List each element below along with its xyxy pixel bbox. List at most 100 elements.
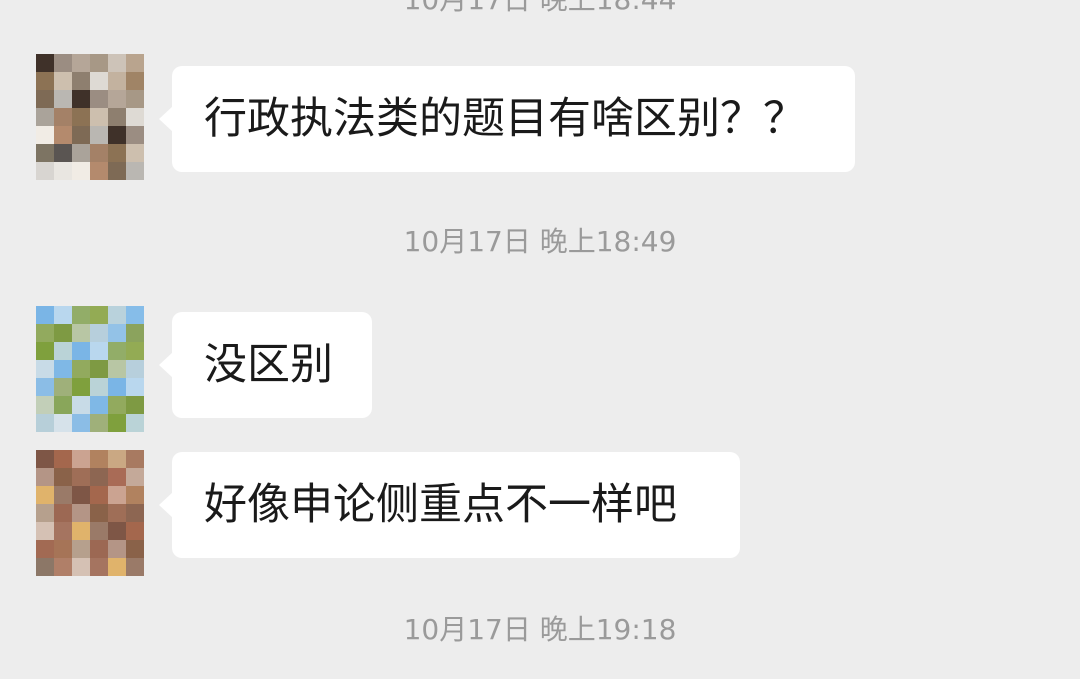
- avatar-pixel: [108, 486, 126, 504]
- avatar[interactable]: [36, 306, 144, 432]
- avatar-pixel: [72, 540, 90, 558]
- avatar-pixel: [108, 324, 126, 342]
- avatar-pixel: [36, 522, 54, 540]
- avatar-pixel: [90, 54, 108, 72]
- avatar-pixel: [72, 306, 90, 324]
- avatar-pixel: [36, 324, 54, 342]
- avatar-pixel: [108, 396, 126, 414]
- avatar-pixel: [90, 162, 108, 180]
- avatar-pixel: [90, 108, 108, 126]
- avatar-pixel: [126, 468, 144, 486]
- avatar-pixel: [126, 54, 144, 72]
- avatar-pixel: [90, 324, 108, 342]
- avatar-pixel: [108, 342, 126, 360]
- timestamp: 10月17日 晚上18:49: [403, 225, 677, 258]
- avatar-pixel: [126, 108, 144, 126]
- avatar-pixel: [90, 396, 108, 414]
- avatar[interactable]: [36, 54, 144, 180]
- avatar-pixel: [72, 72, 90, 90]
- avatar-pixel: [36, 306, 54, 324]
- avatar-pixel: [108, 378, 126, 396]
- avatar-pixel: [36, 144, 54, 162]
- avatar-pixel: [36, 126, 54, 144]
- avatar-pixel: [72, 486, 90, 504]
- avatar-pixel: [90, 72, 108, 90]
- avatar-pixel: [126, 522, 144, 540]
- avatar-pixel: [54, 324, 72, 342]
- avatar-pixel: [36, 396, 54, 414]
- avatar-pixel: [54, 522, 72, 540]
- avatar-pixel: [108, 360, 126, 378]
- avatar[interactable]: [36, 450, 144, 576]
- avatar-pixel: [108, 414, 126, 432]
- avatar-pixel: [54, 468, 72, 486]
- avatar-pixel: [54, 558, 72, 576]
- avatar-pixel: [126, 414, 144, 432]
- timestamp: 10月17日 晚上18:44: [0, 0, 1080, 18]
- avatar-pixel: [126, 378, 144, 396]
- timestamp: 10月17日 晚上19:18: [403, 613, 677, 646]
- avatar-pixel: [72, 378, 90, 396]
- avatar-pixel: [54, 540, 72, 558]
- avatar-pixel: [90, 342, 108, 360]
- avatar-pixel: [54, 504, 72, 522]
- avatar-pixel: [54, 378, 72, 396]
- avatar-pixel: [108, 54, 126, 72]
- avatar-pixel: [126, 396, 144, 414]
- avatar-pixel: [90, 144, 108, 162]
- avatar-pixel: [108, 522, 126, 540]
- avatar-pixel: [72, 360, 90, 378]
- avatar-pixel: [126, 360, 144, 378]
- avatar-pixel: [108, 126, 126, 144]
- avatar-pixel: [72, 558, 90, 576]
- avatar-pixel: [90, 522, 108, 540]
- avatar-pixel: [72, 54, 90, 72]
- message-bubble[interactable]: 没区别: [159, 312, 372, 418]
- avatar-pixel: [36, 378, 54, 396]
- avatar-pixel: [36, 360, 54, 378]
- avatar-pixel: [36, 54, 54, 72]
- avatar-pixel: [108, 468, 126, 486]
- avatar-pixel: [126, 342, 144, 360]
- avatar-pixel: [90, 306, 108, 324]
- avatar-pixel: [72, 504, 90, 522]
- avatar-pixel: [54, 144, 72, 162]
- avatar-pixel: [126, 72, 144, 90]
- avatar-pixel: [72, 450, 90, 468]
- avatar-pixel: [36, 450, 54, 468]
- avatar-pixel: [72, 414, 90, 432]
- avatar-pixel: [54, 162, 72, 180]
- avatar-pixel: [72, 468, 90, 486]
- avatar-pixel: [54, 126, 72, 144]
- avatar-pixel: [90, 540, 108, 558]
- avatar-pixel: [126, 144, 144, 162]
- avatar-pixel: [90, 414, 108, 432]
- avatar-pixel: [126, 558, 144, 576]
- avatar-pixel: [108, 306, 126, 324]
- avatar-pixel: [90, 90, 108, 108]
- avatar-pixel: [72, 162, 90, 180]
- avatar-pixel: [126, 504, 144, 522]
- avatar-pixel: [54, 414, 72, 432]
- avatar-pixel: [72, 144, 90, 162]
- avatar-pixel: [54, 54, 72, 72]
- avatar-pixel: [108, 540, 126, 558]
- avatar-pixel: [36, 540, 54, 558]
- message-bubble[interactable]: 行政执法类的题目有啥区别？？: [159, 66, 855, 172]
- avatar-pixel: [72, 324, 90, 342]
- avatar-pixel: [54, 396, 72, 414]
- avatar-pixel: [108, 144, 126, 162]
- avatar-pixel: [54, 306, 72, 324]
- avatar-pixel: [108, 162, 126, 180]
- avatar-pixel: [126, 126, 144, 144]
- avatar-pixel: [36, 414, 54, 432]
- avatar-pixel: [126, 450, 144, 468]
- message-bubble[interactable]: 好像申论侧重点不一样吧: [159, 452, 740, 558]
- avatar-pixel: [72, 342, 90, 360]
- avatar-pixel: [72, 396, 90, 414]
- avatar-pixel: [36, 90, 54, 108]
- avatar-pixel: [90, 360, 108, 378]
- avatar-pixel: [54, 72, 72, 90]
- avatar-pixel: [108, 558, 126, 576]
- avatar-pixel: [108, 504, 126, 522]
